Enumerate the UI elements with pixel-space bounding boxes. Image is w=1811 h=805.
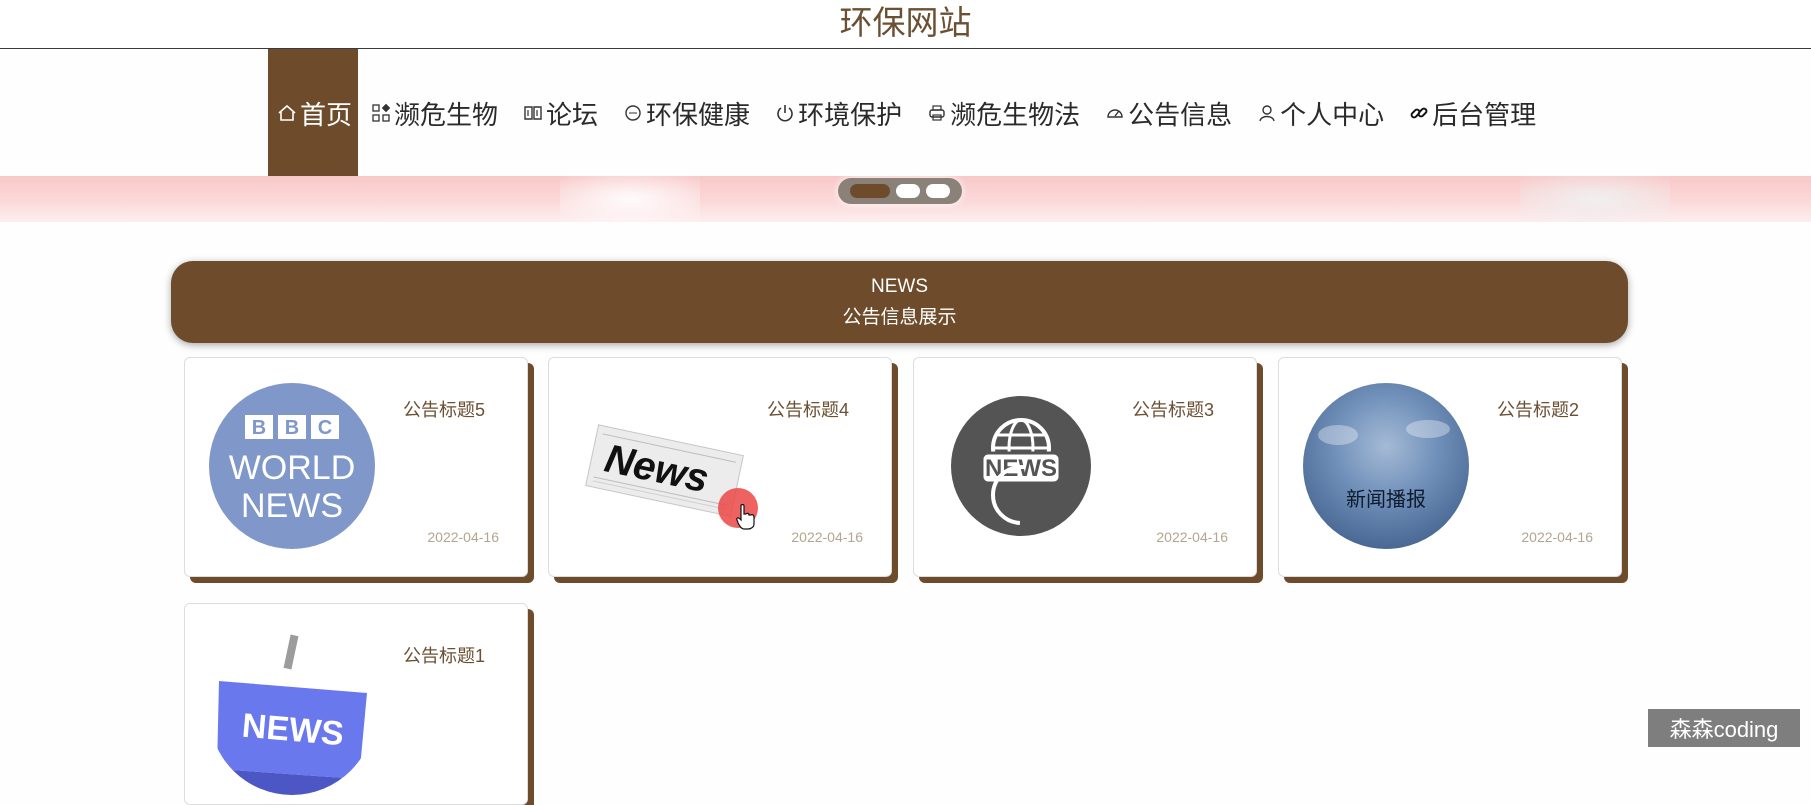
news-tv-image: NEWS (209, 629, 375, 795)
site-title: 环保网站 (839, 4, 972, 41)
card-title[interactable]: 公告标题3 (1132, 396, 1214, 422)
site-header: 环保网站 (0, 0, 1811, 49)
hand-cursor-icon (735, 503, 755, 535)
main-nav: 首页 濒危生物 论坛 环保健康 环境保护 濒危生物法 公告信息 个人中心 后台管… (268, 49, 1548, 177)
nav-label: 环保健康 (646, 99, 751, 130)
power-icon (774, 102, 796, 124)
bbc-letter: B (252, 417, 266, 439)
printer-icon (926, 102, 948, 124)
card-date: 2022-04-16 (427, 529, 499, 545)
bbc-letter: B (285, 417, 299, 439)
nav-item-home[interactable]: 首页 (268, 49, 359, 177)
grid-icon (370, 102, 392, 124)
notice-card[interactable]: B B C WORLD NEWS 公告标题5 2022-04-16 (184, 357, 528, 577)
watermark: 森森coding (1648, 709, 1800, 747)
nav-label: 首页 (300, 99, 353, 130)
news-broadcast-image: 新闻播报 (1303, 383, 1469, 549)
notice-card[interactable]: NEWS 公告标题3 2022-04-16 (913, 357, 1257, 577)
notice-card[interactable]: 新闻播报 公告标题2 2022-04-16 (1278, 357, 1622, 577)
nav-item-profile[interactable]: 个人中心 (1244, 49, 1396, 177)
circle-icon (622, 102, 644, 124)
card-date: 2022-04-16 (1156, 529, 1228, 545)
nav-item-admin[interactable]: 后台管理 (1396, 49, 1548, 177)
nav-item-environment[interactable]: 环境保护 (762, 49, 914, 177)
bbc-world-news-image: B B C WORLD NEWS (209, 383, 375, 549)
card-title[interactable]: 公告标题2 (1497, 396, 1579, 422)
notice-card[interactable]: NEWS 公告标题1 (184, 603, 528, 805)
card-date: 2022-04-16 (791, 529, 863, 545)
bbc-letter: C (318, 417, 332, 439)
link-icon (1408, 102, 1430, 124)
broadcast-image-text: 新闻播报 (1346, 487, 1426, 511)
carousel-dot-3[interactable] (926, 184, 950, 198)
carousel-dot-2[interactable] (896, 184, 920, 198)
nav-item-notices[interactable]: 公告信息 (1092, 49, 1244, 177)
nav-item-endangered[interactable]: 濒危生物 (358, 49, 510, 177)
globe-news-image: NEWS (938, 383, 1104, 549)
nav-label: 环境保护 (798, 99, 903, 130)
card-title[interactable]: 公告标题1 (403, 642, 485, 668)
gauge-icon (1104, 102, 1126, 124)
book-icon (522, 102, 544, 124)
bbc-world-text: WORLD (229, 449, 356, 487)
nav-item-forum[interactable]: 论坛 (510, 49, 610, 177)
nav-label: 论坛 (546, 99, 599, 130)
card-title[interactable]: 公告标题4 (767, 396, 849, 422)
nav-item-law[interactable]: 濒危生物法 (914, 49, 1092, 177)
nav-label: 濒危生物法 (950, 99, 1081, 130)
notice-card[interactable]: News 公告标题4 2022-04-16 (548, 357, 892, 577)
user-icon (1256, 102, 1278, 124)
nav-label: 濒危生物 (394, 99, 499, 130)
card-title[interactable]: 公告标题5 (403, 396, 485, 422)
carousel-indicators (838, 178, 962, 204)
carousel-dot-1[interactable] (850, 184, 890, 198)
nav-label: 个人中心 (1280, 99, 1385, 130)
news-section-title-en: NEWS (871, 276, 928, 297)
bbc-news-text: NEWS (241, 487, 343, 525)
card-date: 2022-04-16 (1521, 529, 1593, 545)
news-section-title-zh: 公告信息展示 (842, 307, 957, 328)
nav-label: 后台管理 (1432, 99, 1537, 130)
news-section-header: NEWS 公告信息展示 (171, 261, 1628, 343)
home-icon (276, 102, 298, 124)
newspaper-image: News (577, 383, 747, 549)
nav-item-health[interactable]: 环保健康 (610, 49, 762, 177)
nav-label: 公告信息 (1128, 99, 1233, 130)
